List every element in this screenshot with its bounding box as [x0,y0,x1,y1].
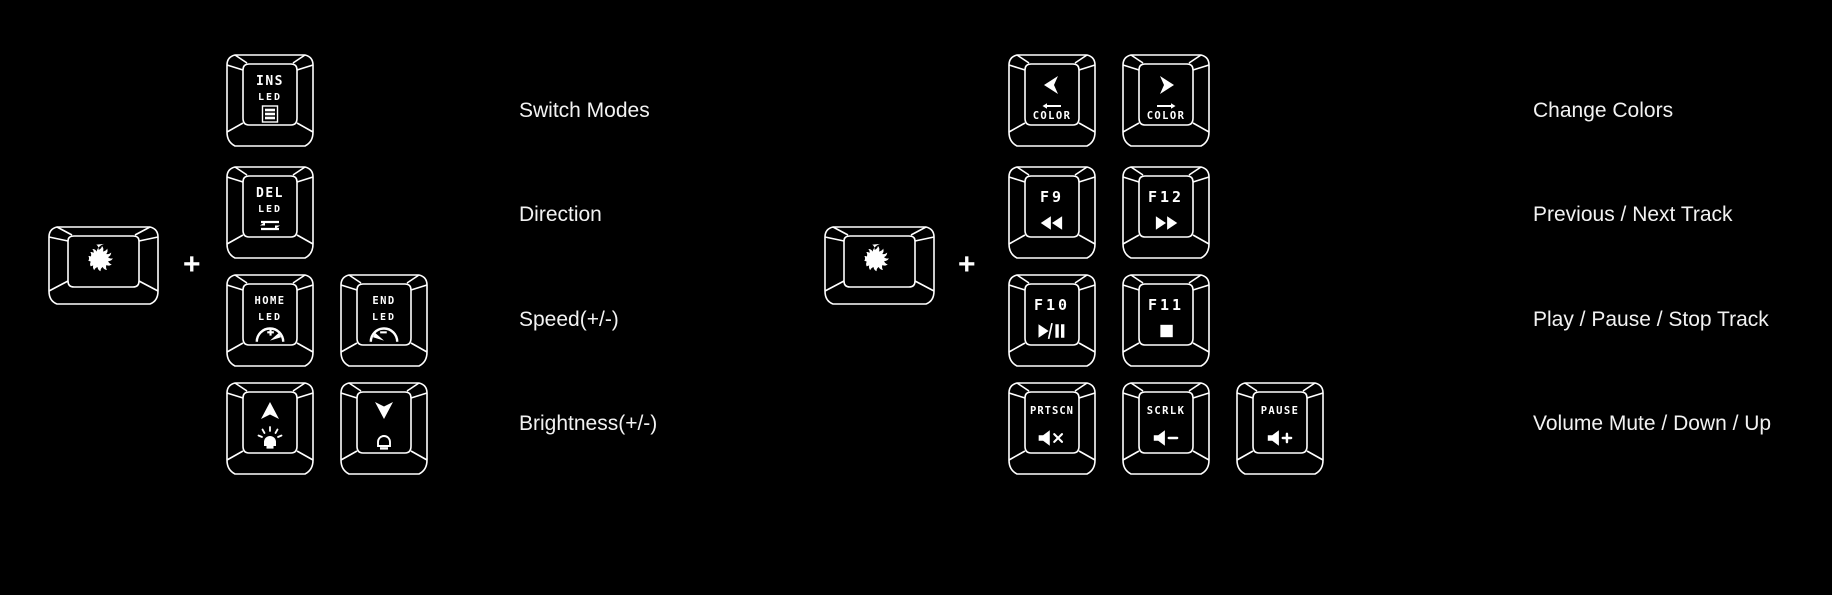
description-speed: Speed(+/-) [519,308,619,331]
keyboard-shortcut-legend: + INS LED Switch Modes DEL LED Direction… [0,0,1832,595]
key-f11[interactable]: F11 [1120,272,1212,369]
msi-dragon-key-right[interactable] [822,223,937,308]
arrow-right-color-indicator-icon [1120,101,1212,110]
key-scrlk-legend: SCRLK [1146,405,1186,417]
key-end-led-label: LED [371,312,397,323]
description-brightness: Brightness(+/-) [519,412,658,435]
key-home[interactable]: HOME LED [224,272,316,369]
key-home-led-label: LED [257,312,283,323]
key-left-color-label: COLOR [1032,110,1072,122]
key-del-legend: DEL [256,186,284,201]
key-pause-legend: PAUSE [1260,405,1300,417]
key-ins[interactable]: INS LED [224,52,316,149]
key-brightness-up[interactable] [224,380,316,477]
description-volume: Volume Mute / Down / Up [1533,412,1772,435]
key-f12[interactable]: F12 [1120,164,1212,261]
key-end-legend: END [372,295,396,307]
description-switch-modes: Switch Modes [519,99,650,122]
speed-down-gauge-icon [338,323,430,345]
key-prtscn-legend: PRTSCN [1030,405,1074,417]
key-arrow-right-color[interactable]: COLOR [1120,52,1212,149]
key-ins-legend: INS [256,74,284,89]
play-pause-icon [1006,322,1098,340]
key-home-legend: HOME [254,295,286,307]
led-direction-icon [224,217,316,235]
volume-down-icon [1120,428,1212,448]
description-prev-next-track: Previous / Next Track [1533,203,1733,226]
description-play-pause-stop: Play / Pause / Stop Track [1533,308,1769,331]
msi-dragon-key-left[interactable] [46,223,161,308]
key-prtscn[interactable]: PRTSCN [1006,380,1098,477]
plus-symbol-left: + [183,248,201,281]
key-f11-legend: F11 [1147,296,1185,314]
key-f9-legend: F9 [1039,188,1065,206]
fast-forward-icon [1120,214,1212,232]
arrow-left-icon [1006,74,1098,96]
arrow-left-color-indicator-icon [1006,101,1098,110]
key-f9[interactable]: F9 [1006,164,1098,261]
key-right-color-label: COLOR [1146,110,1186,122]
arrow-right-icon [1120,74,1212,96]
key-f12-legend: F12 [1147,188,1185,206]
volume-mute-icon [1006,428,1098,448]
key-scrlk[interactable]: SCRLK [1120,380,1212,477]
speed-up-gauge-icon [224,323,316,345]
key-arrow-left-color[interactable]: COLOR [1006,52,1098,149]
key-ins-led-label: LED [257,92,283,103]
description-change-colors: Change Colors [1533,99,1674,122]
rewind-icon [1006,214,1098,232]
key-f10-legend: F10 [1033,296,1071,314]
key-pause[interactable]: PAUSE [1234,380,1326,477]
volume-up-icon [1234,428,1326,448]
led-list-icon [224,104,316,124]
key-del[interactable]: DEL LED [224,164,316,261]
key-del-led-label: LED [257,204,283,215]
key-brightness-down[interactable] [338,380,430,477]
plus-symbol-right: + [958,248,976,281]
key-f10[interactable]: F10 [1006,272,1098,369]
brightness-up-icon [224,400,316,450]
description-direction: Direction [519,203,602,226]
stop-icon [1120,322,1212,340]
brightness-down-icon [338,400,430,450]
key-end[interactable]: END LED [338,272,430,369]
